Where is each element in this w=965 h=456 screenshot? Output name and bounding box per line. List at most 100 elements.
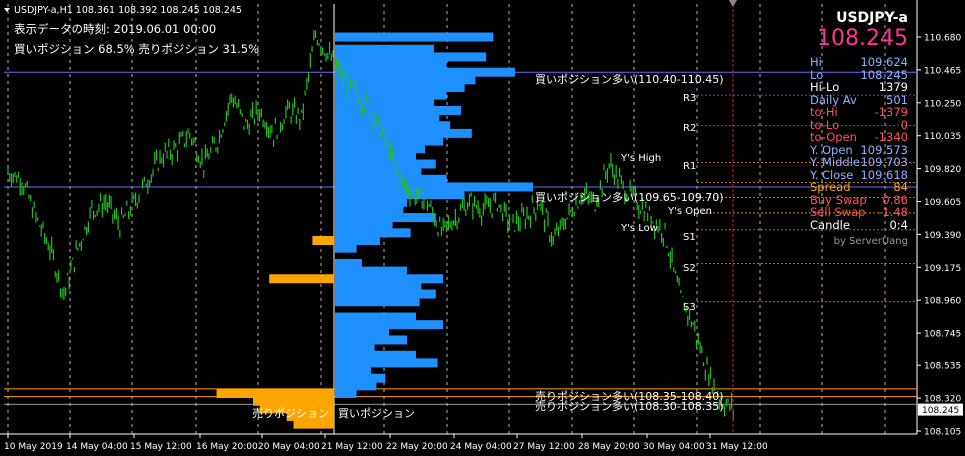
buy-volume-bar bbox=[335, 197, 407, 207]
time-tick-label: 14 May 04:00 bbox=[66, 442, 128, 452]
position-ratio-label: 買いポジション 68.5% 売りポジション 31.5% bbox=[14, 42, 259, 56]
time-tick-label: 16 May 20:00 bbox=[196, 442, 258, 452]
time-tick-label: 27 May 12:00 bbox=[513, 442, 575, 452]
time-tick-label: 20 May 04:00 bbox=[258, 442, 320, 452]
buy-volume-bar bbox=[335, 144, 425, 154]
buy-volume-bar bbox=[335, 389, 357, 399]
price-tick-label: 109.605 bbox=[924, 198, 961, 208]
buy-volume-bar bbox=[335, 312, 416, 322]
symbol-menu-icon[interactable] bbox=[4, 8, 10, 12]
pivot-s2: S2 bbox=[683, 263, 696, 274]
price-tick-label: 108.105 bbox=[924, 428, 961, 438]
sell-position-label: 売りポジション bbox=[252, 407, 329, 420]
panel-credit: by ServerUang bbox=[833, 236, 908, 247]
buy-zone-label-1: 買いポジション多い(110.40-110.45) bbox=[535, 72, 724, 86]
buy-volume-bar bbox=[335, 105, 461, 115]
time-tick-label: 28 May 20:00 bbox=[578, 442, 640, 452]
buy-volume-bar bbox=[335, 327, 389, 337]
buy-volume-bar bbox=[335, 67, 515, 77]
display-time-label: 表示データの時刻: 2019.06.01 00:00 bbox=[14, 22, 216, 36]
buy-volume-bar bbox=[335, 60, 447, 70]
symbol-ohlc-line: USDJPY-a,H1 108.361 108.392 108.245 108.… bbox=[14, 5, 242, 16]
buy-volume-bar bbox=[335, 174, 447, 184]
buy-volume-bar bbox=[335, 266, 407, 276]
time-tick-label: 24 May 04:00 bbox=[450, 442, 512, 452]
price-tick-label: 110.035 bbox=[924, 132, 961, 142]
time-tick-label: 22 May 20:00 bbox=[386, 442, 448, 452]
price-tick-label: 110.680 bbox=[924, 34, 961, 44]
buy-volume-bar bbox=[335, 151, 416, 161]
buy-volume-bar bbox=[335, 205, 404, 215]
buy-volume-bar bbox=[335, 373, 386, 383]
time-axis: 10 May 2019 14 May 04:00 15 May 12:00 16 Ma… bbox=[4, 434, 768, 452]
buy-volume-bar bbox=[335, 297, 420, 307]
buy-volume-bar bbox=[335, 167, 422, 177]
panel-row-value: 0:4 bbox=[889, 217, 908, 232]
price-tick-label: 109.175 bbox=[924, 264, 961, 274]
buy-volume-bar bbox=[335, 136, 443, 146]
price-tick-label: 109.390 bbox=[924, 231, 961, 241]
price-tick-label: 108.745 bbox=[924, 330, 961, 340]
buy-volume-bar bbox=[335, 343, 375, 353]
time-tick-label: 30 May 04:00 bbox=[643, 442, 705, 452]
time-tick-label: 15 May 12:00 bbox=[130, 442, 192, 452]
price-tick-label: 108.535 bbox=[924, 362, 961, 372]
buy-volume-bar bbox=[335, 128, 472, 138]
y-open-label: Y's Open bbox=[667, 206, 712, 217]
sell-volume-bar bbox=[216, 389, 334, 399]
panel-price: 108.245 bbox=[817, 26, 908, 51]
pivot-r3: R3 bbox=[683, 93, 696, 104]
price-tick-label: 110.465 bbox=[924, 66, 961, 76]
volume-profile bbox=[216, 4, 533, 434]
buy-volume-bar bbox=[335, 281, 422, 291]
buy-volume-bar bbox=[335, 366, 371, 376]
buy-volume-bar bbox=[335, 159, 436, 169]
buy-volume-bar bbox=[335, 350, 416, 360]
buy-volume-bar bbox=[335, 289, 436, 299]
y-low-label: Y's Low bbox=[620, 223, 658, 234]
zone-lines bbox=[4, 71, 917, 405]
time-tick-label: 21 May 12:00 bbox=[321, 442, 383, 452]
buy-volume-bar bbox=[335, 320, 443, 330]
buy-volume-bar bbox=[335, 236, 380, 246]
sell-volume-bar bbox=[253, 396, 334, 406]
buy-volume-bar bbox=[335, 113, 440, 123]
buy-volume-bar bbox=[335, 258, 362, 268]
buy-volume-bar bbox=[335, 274, 443, 284]
buy-volume-bar bbox=[335, 228, 411, 238]
current-price-label: 108.245 bbox=[922, 406, 959, 416]
buy-volume-bar bbox=[335, 381, 377, 391]
buy-volume-bar bbox=[335, 243, 357, 253]
buy-volume-bar bbox=[335, 220, 393, 230]
buy-volume-bar bbox=[335, 213, 436, 223]
pivot-r1: R1 bbox=[683, 161, 696, 172]
buy-volume-bar bbox=[335, 335, 407, 345]
buy-volume-bar bbox=[335, 182, 533, 192]
pivot-s3: S3 bbox=[683, 302, 696, 313]
buy-volume-bar bbox=[335, 90, 447, 100]
price-axis: 110.680 110.465 110.250 110.035 109.820 109.6… bbox=[917, 34, 963, 438]
sell-zone-label-2: 売りポジション多い(108.30-108.35) bbox=[535, 399, 724, 413]
buy-volume-bar bbox=[335, 44, 434, 54]
buy-volume-bar bbox=[335, 32, 494, 42]
shift-marker-icon[interactable] bbox=[729, 0, 737, 7]
pivot-s1: S1 bbox=[683, 232, 696, 243]
price-tick-label: 110.250 bbox=[924, 99, 961, 109]
price-tick-label: 108.320 bbox=[924, 395, 961, 405]
price-tick-label: 108.960 bbox=[924, 297, 961, 307]
panel-row-label: Candle bbox=[810, 217, 850, 232]
buy-volume-bar bbox=[335, 121, 451, 131]
buy-volume-bar bbox=[335, 98, 434, 108]
buy-volume-bar bbox=[335, 358, 438, 368]
buy-position-label: 買いポジション bbox=[338, 407, 415, 420]
y-high-label: Y's High bbox=[620, 153, 661, 164]
pivot-r2: R2 bbox=[683, 123, 696, 134]
buy-volume-bar bbox=[335, 82, 465, 92]
buy-zone-label-2: 買いポジション多い(109.65-109.70) bbox=[535, 190, 724, 204]
sell-volume-bar bbox=[293, 419, 334, 429]
buy-volume-bar bbox=[335, 52, 487, 62]
price-tick-label: 109.820 bbox=[924, 165, 961, 175]
time-tick-label: 31 May 12:00 bbox=[706, 442, 768, 452]
time-tick-label: 10 May 2019 bbox=[4, 442, 63, 452]
sell-volume-bar bbox=[269, 274, 334, 284]
